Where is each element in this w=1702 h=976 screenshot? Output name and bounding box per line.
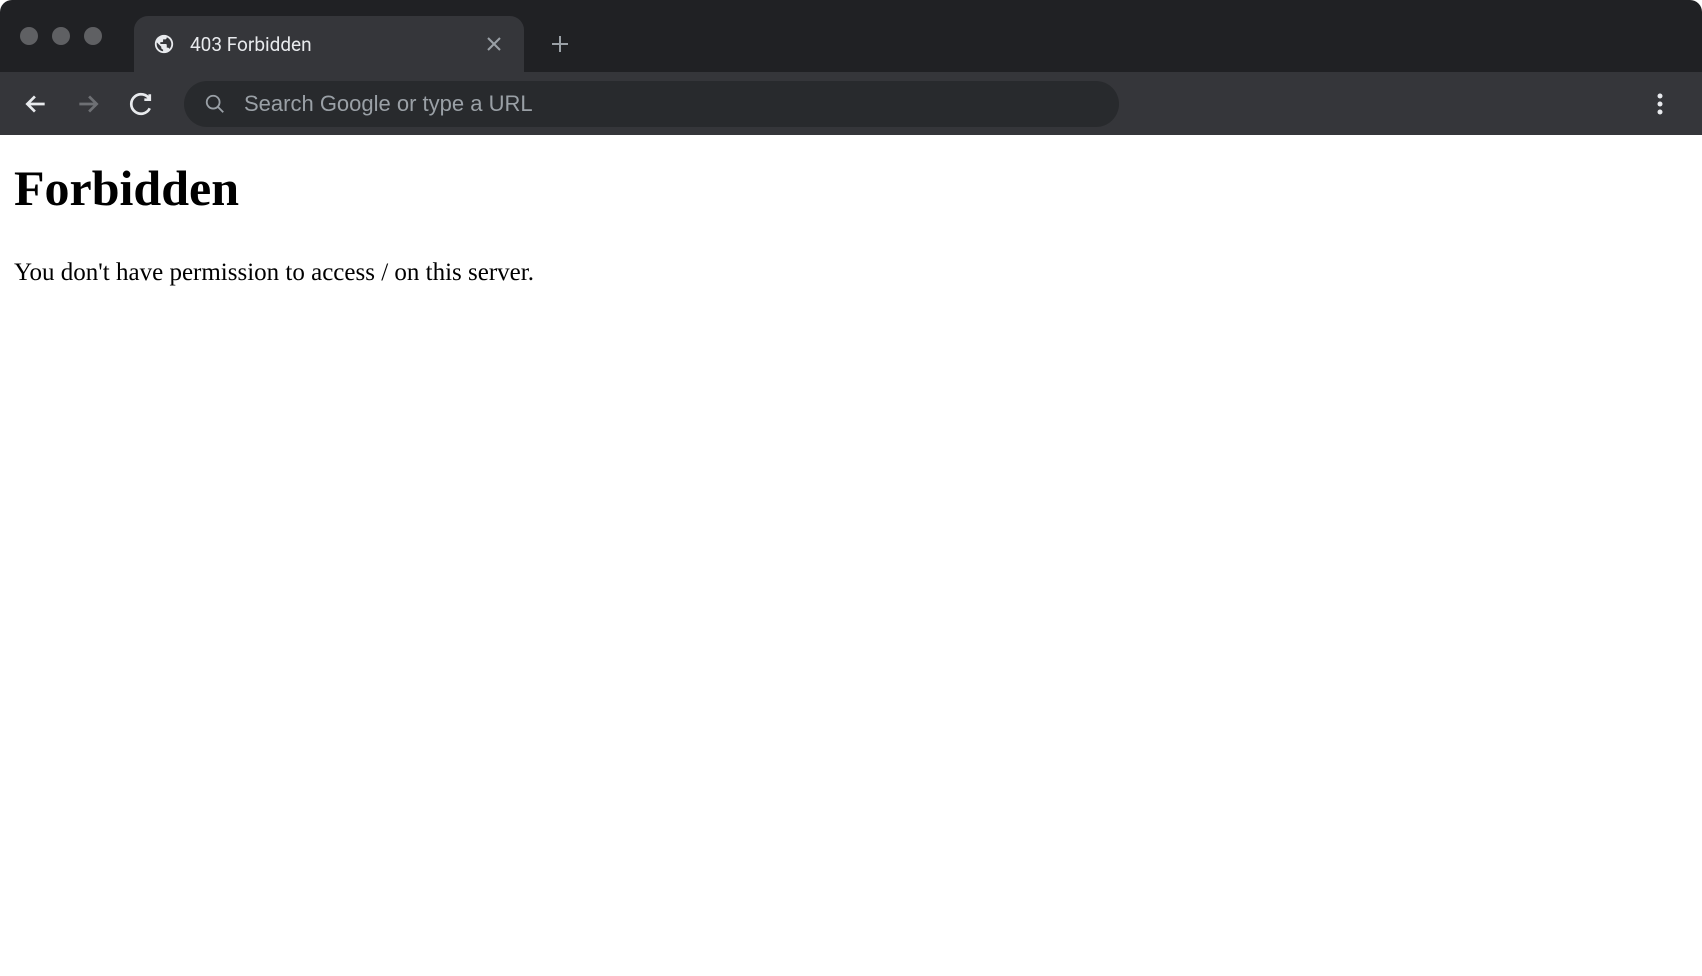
address-input[interactable]	[244, 91, 1099, 117]
error-message: You don't have permission to access / on…	[14, 255, 1688, 290]
browser-chrome: 403 Forbidden	[0, 0, 1702, 135]
address-bar[interactable]	[184, 81, 1119, 127]
plus-icon	[550, 34, 570, 54]
forward-button[interactable]	[66, 82, 110, 126]
tab-title: 403 Forbidden	[190, 33, 482, 56]
window-minimize-button[interactable]	[52, 27, 70, 45]
back-button[interactable]	[14, 82, 58, 126]
toolbar	[0, 72, 1702, 135]
window-maximize-button[interactable]	[84, 27, 102, 45]
arrow-left-icon	[23, 91, 49, 117]
new-tab-button[interactable]	[540, 24, 580, 64]
error-heading: Forbidden	[14, 159, 1688, 217]
browser-tab[interactable]: 403 Forbidden	[134, 16, 524, 72]
close-icon	[486, 36, 502, 52]
reload-icon	[127, 91, 153, 117]
titlebar: 403 Forbidden	[0, 0, 1702, 72]
window-controls	[20, 27, 102, 45]
browser-menu-button[interactable]	[1638, 82, 1682, 126]
tab-close-button[interactable]	[482, 32, 506, 56]
globe-icon	[152, 32, 176, 56]
reload-button[interactable]	[118, 82, 162, 126]
arrow-right-icon	[75, 91, 101, 117]
window-close-button[interactable]	[20, 27, 38, 45]
search-icon	[204, 93, 226, 115]
kebab-menu-icon	[1657, 92, 1663, 116]
page-content: Forbidden You don't have permission to a…	[0, 135, 1702, 304]
